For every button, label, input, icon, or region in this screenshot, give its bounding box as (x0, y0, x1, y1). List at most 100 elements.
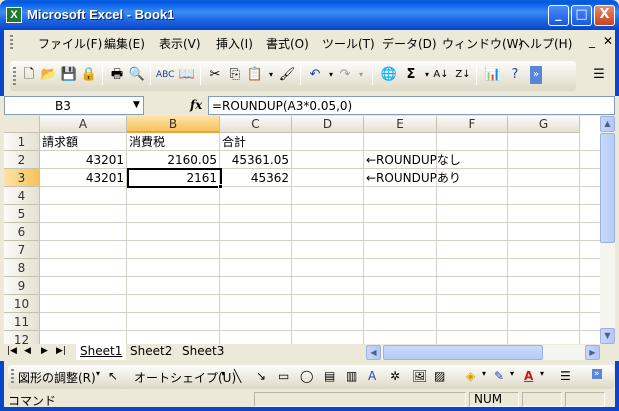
row-header-6[interactable]: 6 (4, 223, 40, 241)
permission-icon[interactable]: 🔒 (80, 66, 98, 84)
column-header-e[interactable]: E (364, 116, 437, 133)
open-icon[interactable]: 📂 (40, 66, 58, 84)
row-header-1[interactable]: 1 (4, 133, 40, 151)
close-button[interactable]: X (594, 5, 615, 26)
toolbar-options-icon[interactable]: » (530, 66, 542, 84)
row-header-4[interactable]: 4 (4, 187, 40, 205)
chart-wizard-icon[interactable]: 📊 (484, 66, 502, 84)
horizontal-scroll-thumb[interactable] (383, 345, 543, 360)
tab-sheet3[interactable]: Sheet3 (178, 344, 228, 360)
toolbar-grip[interactable] (13, 67, 16, 85)
vertical-textbox-icon[interactable]: ▥ (346, 369, 357, 383)
menu-help[interactable]: ヘルプ(H) (518, 35, 572, 52)
menu-format[interactable]: 書式(O) (266, 35, 309, 52)
select-objects-icon[interactable]: ↖ (108, 369, 118, 383)
tab-sheet2[interactable]: Sheet2 (126, 344, 176, 360)
worksheet-grid[interactable]: ABCDEFG 1 2 3 4 5 6 7 8 9 10 11 12 請求額 消費税 合計 43201 216… (4, 116, 600, 344)
line-color-dropdown-icon[interactable]: ▾ (510, 369, 514, 378)
format-painter-icon[interactable]: 🖌 (278, 66, 296, 84)
name-box[interactable]: B3 ▼ (4, 96, 144, 115)
picture-icon[interactable]: ▨ (434, 369, 445, 383)
column-header-d[interactable]: D (292, 116, 364, 133)
redo-dropdown-icon[interactable]: ▾ (352, 66, 370, 84)
next-sheet-icon[interactable]: ▶ (41, 346, 48, 356)
horizontal-scrollbar[interactable]: ◀ ▶ (366, 345, 600, 360)
drawing-toolbar-options-icon[interactable]: » (592, 369, 602, 379)
oval-icon[interactable]: ◯ (300, 369, 313, 383)
diagram-icon[interactable]: ✲ (390, 369, 400, 383)
new-icon[interactable]: 🗋 (20, 66, 38, 84)
row-header-10[interactable]: 10 (4, 295, 40, 313)
row-header-5[interactable]: 5 (4, 205, 40, 223)
cell-c3[interactable]: 45362 (220, 169, 292, 187)
select-all-corner[interactable] (4, 116, 40, 133)
hyperlink-icon[interactable]: 🌐 (380, 66, 398, 84)
cut-icon[interactable]: ✂ (206, 66, 224, 84)
formula-input[interactable]: =ROUNDUP(A3*0.05,0) (208, 96, 615, 115)
font-color-dropdown-icon[interactable]: ▾ (540, 369, 544, 378)
menu-grip[interactable] (10, 35, 13, 51)
minimize-button[interactable]: _ (548, 5, 569, 26)
cell-a3[interactable]: 43201 (40, 169, 127, 187)
mdi-minimize-button[interactable]: _ (589, 34, 595, 48)
cell-a1[interactable]: 請求額 (40, 133, 78, 151)
row-header-3[interactable]: 3 (4, 169, 40, 187)
menu-file[interactable]: ファイル(F) (38, 35, 102, 52)
sort-descending-icon[interactable]: Z↓ (454, 66, 472, 84)
cell-c1[interactable]: 合計 (220, 133, 246, 151)
row-header-7[interactable]: 7 (4, 241, 40, 259)
first-sheet-icon[interactable]: |◀ (7, 346, 17, 356)
cell-b2[interactable]: 2160.05 (127, 151, 220, 169)
fill-color-dropdown-icon[interactable]: ▾ (482, 369, 486, 378)
scroll-left-icon[interactable]: ◀ (366, 345, 381, 360)
column-header-b[interactable]: B (127, 116, 220, 133)
maximize-button[interactable]: □ (571, 5, 592, 26)
row-header-2[interactable]: 2 (4, 151, 40, 169)
scroll-down-icon[interactable]: ▼ (600, 328, 615, 344)
fill-handle[interactable] (218, 184, 223, 189)
column-header-a[interactable]: A (40, 116, 127, 133)
row-header-12[interactable]: 12 (4, 331, 40, 344)
spelling-icon[interactable]: ABC (156, 66, 174, 84)
line-color-icon[interactable]: ✎ (494, 369, 504, 383)
menu-window[interactable]: ウィンドウ(W) (442, 35, 523, 52)
menu-data[interactable]: データ(D) (382, 35, 437, 52)
row-header-9[interactable]: 9 (4, 277, 40, 295)
wordart-icon[interactable]: A (368, 369, 376, 383)
scroll-up-icon[interactable]: ▲ (600, 116, 615, 132)
excel-app-icon[interactable]: X (6, 7, 22, 23)
menu-insert[interactable]: 挿入(I) (216, 35, 253, 52)
cell-c2[interactable]: 45361.05 (220, 151, 292, 169)
draw-menu[interactable]: 図形の調整(R) (18, 369, 96, 386)
save-icon[interactable]: 💾 (60, 66, 78, 84)
last-sheet-icon[interactable]: ▶| (56, 346, 66, 356)
vertical-scroll-thumb[interactable] (600, 133, 615, 243)
copy-icon[interactable]: ⎘ (226, 66, 244, 84)
mdi-close-button[interactable]: ✕ (603, 34, 613, 48)
line-icon[interactable]: ╲ (234, 369, 241, 383)
cell-e3[interactable]: ←ROUNDUPあり (364, 169, 461, 187)
column-header-c[interactable]: C (220, 116, 292, 133)
menu-tools[interactable]: ツール(T) (322, 35, 375, 52)
cell-b1[interactable]: 消費税 (127, 133, 165, 151)
cell-e2[interactable]: ←ROUNDUPなし (364, 151, 461, 169)
align-icon[interactable]: ☰ (590, 66, 608, 84)
menu-edit[interactable]: 編集(E) (104, 35, 145, 52)
research-icon[interactable]: 📖 (178, 66, 196, 84)
clipart-icon[interactable]: 🖼 (412, 369, 427, 383)
row-header-8[interactable]: 8 (4, 259, 40, 277)
row-header-11[interactable]: 11 (4, 313, 40, 331)
help-icon[interactable]: ? (506, 66, 524, 84)
prev-sheet-icon[interactable]: ◀ (24, 346, 31, 356)
vertical-scrollbar[interactable]: ▲ ▼ (600, 116, 615, 344)
line-style-icon[interactable]: ☰ (560, 369, 571, 383)
print-icon[interactable]: 🖶 (108, 66, 126, 84)
font-color-icon[interactable]: A (524, 369, 533, 383)
tab-sheet1[interactable]: Sheet1 (76, 344, 127, 360)
sort-ascending-icon[interactable]: A↓ (432, 66, 450, 84)
fill-color-icon[interactable]: ◈ (466, 369, 475, 383)
drawing-toolbar-grip[interactable] (11, 369, 14, 385)
chevron-down-icon[interactable]: ▼ (133, 100, 140, 110)
textbox-icon[interactable]: ▤ (324, 369, 335, 383)
column-header-g[interactable]: G (508, 116, 580, 133)
